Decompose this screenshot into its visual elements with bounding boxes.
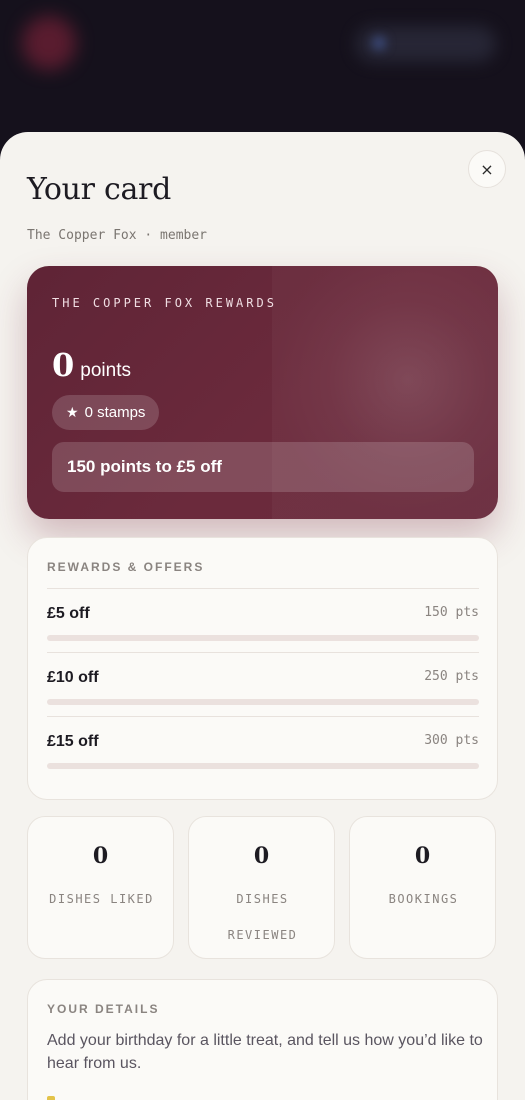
reward-name: £15 off: [47, 733, 99, 750]
stat-label: DISHES REVIEWED: [227, 892, 298, 942]
reward-progress-bar: [47, 763, 479, 769]
stat-label: DISHES LIKED: [49, 892, 154, 906]
stat-dishes-reviewed[interactable]: 0 DISHES REVIEWED: [188, 816, 335, 959]
points-value: 0: [52, 346, 75, 384]
reward-cost: 150 pts: [424, 605, 479, 620]
rewards-panel: REWARDS & OFFERS £5 off 150 pts £10 off …: [27, 537, 498, 800]
close-button[interactable]: ×: [468, 150, 506, 188]
rewards-heading: REWARDS & OFFERS: [47, 560, 205, 574]
reward-progress-bar: [47, 635, 479, 641]
details-panel: YOUR DETAILS Add your birthday for a lit…: [27, 979, 498, 1100]
reward-row[interactable]: £5 off 150 pts: [47, 588, 479, 652]
background-header: [0, 0, 525, 140]
stat-label: BOOKINGS: [388, 892, 459, 906]
next-reward-progress: 150 points to £5 off: [52, 442, 474, 492]
header-action-icon: [372, 36, 386, 50]
stat-value: 0: [92, 843, 109, 869]
reward-row[interactable]: £15 off 300 pts: [47, 716, 479, 780]
page-title: Your card: [27, 172, 171, 207]
reward-row[interactable]: £10 off 250 pts: [47, 652, 479, 716]
card-brand: THE COPPER FOX REWARDS: [52, 296, 277, 310]
reward-cost: 250 pts: [424, 669, 479, 684]
stamps-badge: ★ 0 stamps: [52, 395, 160, 430]
stat-value: 0: [414, 843, 431, 869]
reward-name: £5 off: [47, 605, 90, 622]
points-label: points: [80, 360, 131, 381]
membership-subtitle: The Copper Fox · member: [27, 228, 208, 243]
details-heading: YOUR DETAILS: [47, 1002, 160, 1016]
stat-value: 0: [253, 843, 270, 869]
reward-progress-bar: [47, 699, 479, 705]
stamps-label: 0 stamps: [84, 404, 146, 421]
cake-icon: [47, 1096, 55, 1100]
loyalty-card: THE COPPER FOX REWARDS 0 points ★ 0 stam…: [27, 266, 498, 519]
restaurant-logo: [22, 16, 76, 70]
star-icon: ★: [66, 404, 79, 421]
stat-bookings[interactable]: 0 BOOKINGS: [349, 816, 496, 959]
reward-cost: 300 pts: [424, 733, 479, 748]
reward-name: £10 off: [47, 669, 99, 686]
points-balance: 0 points: [52, 346, 131, 384]
card-sheet: × Your card The Copper Fox · member THE …: [0, 132, 525, 1100]
stat-dishes-liked[interactable]: 0 DISHES LIKED: [27, 816, 174, 959]
details-description: Add your birthday for a little treat, an…: [47, 1032, 483, 1072]
